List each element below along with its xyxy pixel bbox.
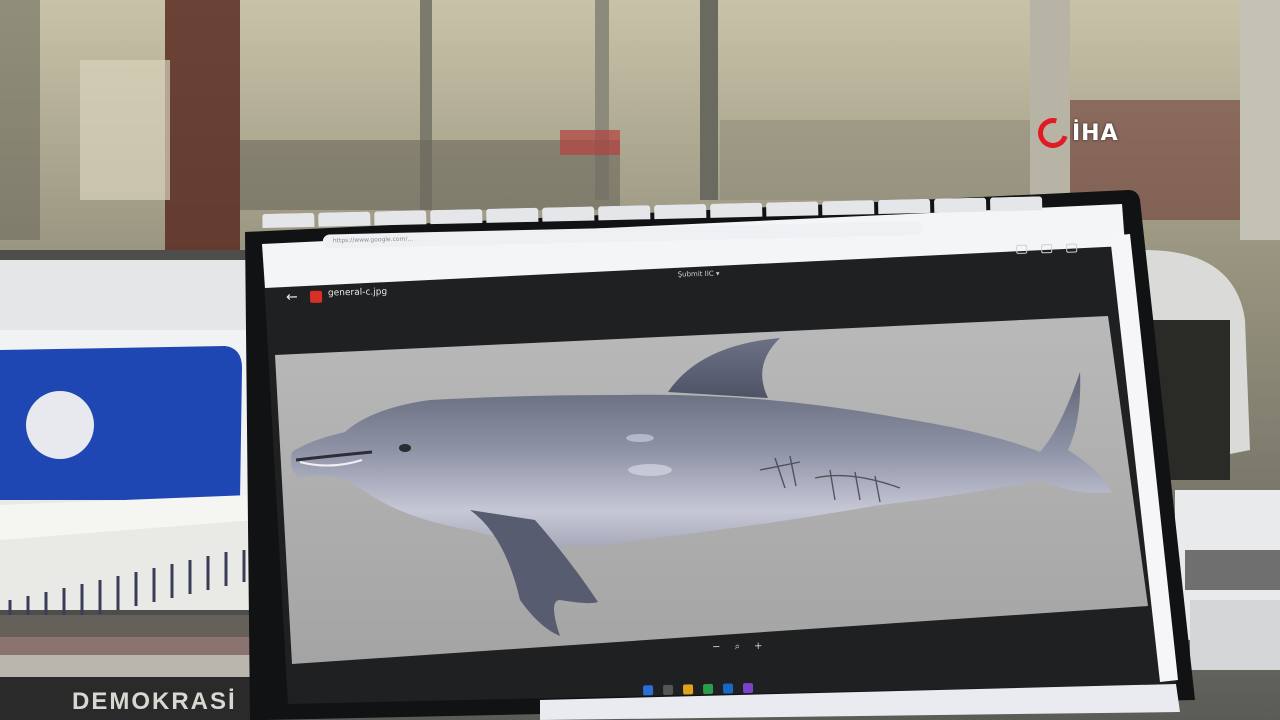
search-icon[interactable]	[662, 684, 674, 696]
open-with-icon[interactable]	[1016, 244, 1028, 254]
edge-icon[interactable]	[722, 683, 734, 694]
browser-tab[interactable]	[486, 207, 539, 223]
viewer-title[interactable]: Şubmit IIC ▾	[678, 270, 720, 279]
iha-watermark: İHA	[1032, 112, 1119, 154]
browser-tab[interactable]	[654, 203, 707, 220]
browser-icon[interactable]	[702, 683, 714, 695]
browser-tab[interactable]	[542, 206, 595, 222]
viewer-toolbar	[1016, 243, 1078, 254]
file-name: general-c.jpg	[327, 287, 388, 299]
zoom-search-icon[interactable]: ⌕	[734, 641, 740, 652]
browser-tab[interactable]	[374, 210, 427, 226]
zoom-controls: − ⌕ +	[712, 641, 763, 653]
zoom-out-button[interactable]: −	[712, 642, 721, 653]
browser-tab[interactable]	[822, 200, 875, 216]
book-spine-title: DEMOKRASİ	[72, 688, 237, 715]
browser-tab[interactable]	[262, 212, 315, 228]
zoom-in-button[interactable]: +	[754, 641, 763, 652]
laptop-screen: https://www.google.com/... ← general-c.j…	[262, 186, 1143, 696]
back-arrow-icon[interactable]: ←	[286, 289, 298, 305]
iha-logo-icon	[1032, 112, 1074, 154]
print-icon[interactable]	[1066, 243, 1078, 253]
download-icon[interactable]	[1041, 244, 1053, 254]
browser-tab[interactable]	[598, 205, 651, 221]
browser-tab[interactable]	[766, 201, 819, 217]
browser-tab[interactable]	[989, 196, 1043, 212]
image-file-icon	[309, 290, 323, 303]
folder-icon[interactable]	[682, 684, 694, 695]
browser-tab[interactable]	[710, 202, 763, 218]
app-icon[interactable]	[742, 682, 754, 694]
watermark-text: İHA	[1072, 120, 1119, 146]
start-icon[interactable]	[642, 685, 654, 696]
browser-tab[interactable]	[318, 211, 371, 227]
browser-tab[interactable]	[934, 197, 987, 213]
browser-tab[interactable]	[878, 198, 931, 215]
browser-tab[interactable]	[430, 209, 483, 225]
